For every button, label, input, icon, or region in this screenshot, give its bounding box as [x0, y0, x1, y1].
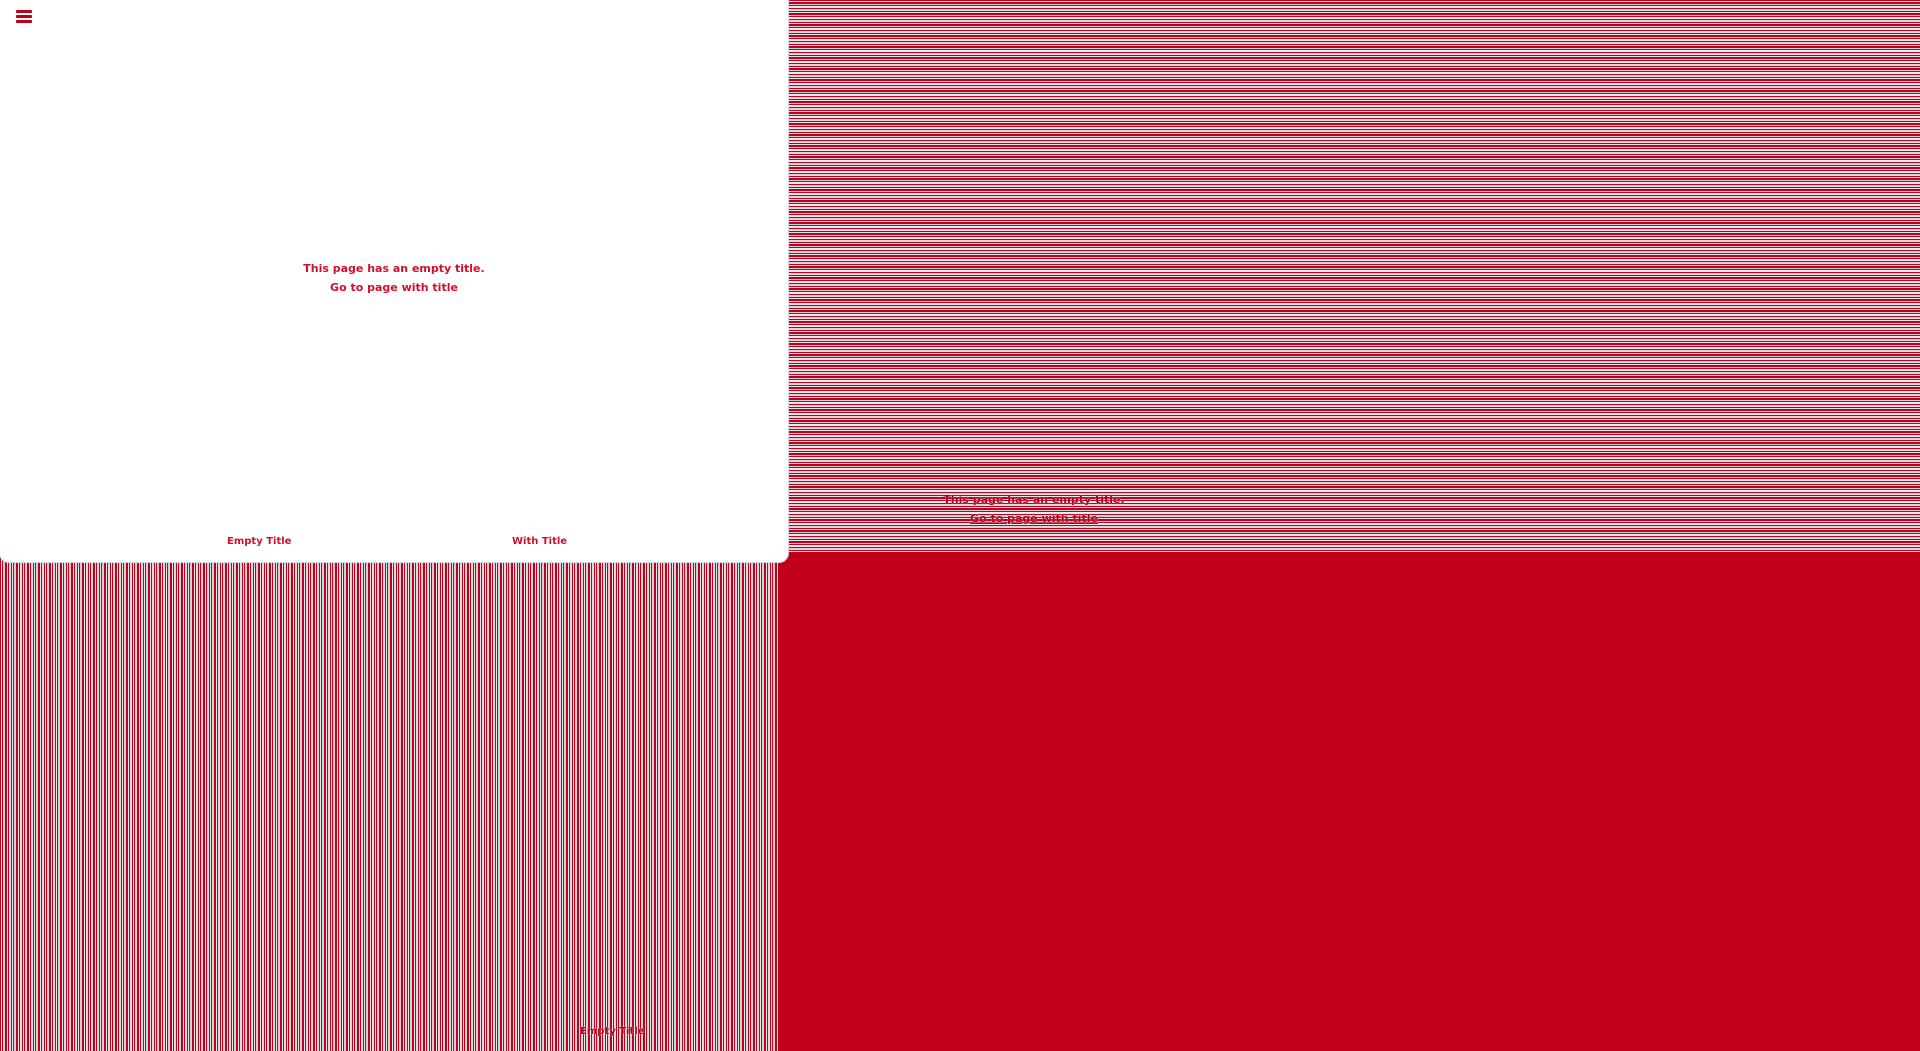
background-page-message: This page has an empty title.: [943, 493, 1125, 506]
background-go-to-page-with-title-link[interactable]: Go to page with title: [884, 509, 1184, 528]
app-window: This page has an empty title. Go to page…: [0, 0, 788, 562]
go-to-page-with-title-link[interactable]: Go to page with title: [244, 278, 544, 297]
screen: This page has an empty title. Go to page…: [0, 0, 1920, 1051]
background-tab-pane: Empty Title: [0, 552, 778, 1051]
page-message-block: This page has an empty title. Go to page…: [244, 259, 544, 297]
bottom-tab-bar: Empty Title With Title: [0, 532, 788, 556]
background-page-pane: This page has an empty title. Go to page…: [788, 0, 1920, 552]
hamburger-menu-icon[interactable]: [14, 8, 34, 26]
background-page-message-block: This page has an empty title. Go to page…: [884, 490, 1184, 528]
page-message: This page has an empty title.: [303, 262, 485, 275]
tab-with-title[interactable]: With Title: [512, 536, 567, 547]
background-tab-empty-title[interactable]: Empty Title: [580, 1026, 644, 1037]
tab-empty-title[interactable]: Empty Title: [227, 536, 291, 547]
